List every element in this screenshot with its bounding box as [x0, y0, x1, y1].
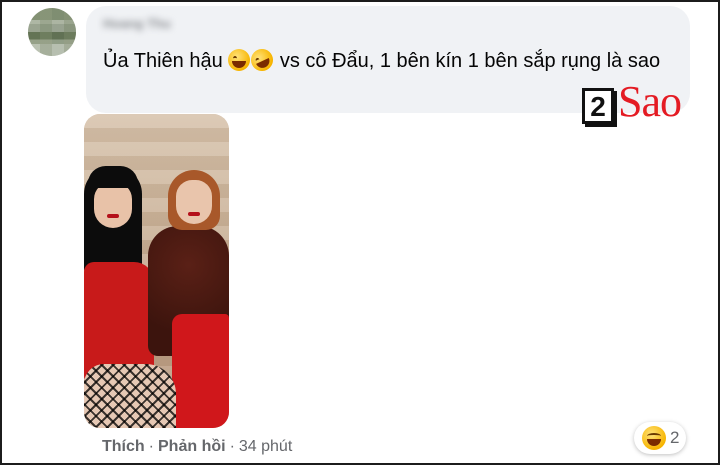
- comment-attached-photo[interactable]: [84, 114, 229, 428]
- comment-text-end: vs cô Đẩu, 1 bên kín 1 bên sắp rụng là s…: [274, 50, 661, 72]
- screenshot-frame: Hoang Thu Ủa Thiên hậu vs cô Đẩu, 1 bên …: [0, 0, 720, 465]
- comment-timestamp[interactable]: 34 phút: [239, 438, 292, 455]
- comment-text: Ủa Thiên hậu vs cô Đẩu, 1 bên kín 1 bên …: [103, 45, 673, 76]
- reaction-count: 2: [670, 428, 680, 447]
- reply-button[interactable]: Phản hồi: [158, 438, 226, 455]
- photo-person-right-dress: [172, 314, 229, 428]
- 2sao-watermark-logo: 2 Sao: [580, 74, 694, 130]
- commenter-name[interactable]: Hoang Thu: [103, 16, 203, 32]
- comment-text-start: Ủa Thiên hậu: [103, 50, 229, 72]
- action-separator: ·: [148, 438, 154, 455]
- comment-actions: Thích · Phản hồi · 34 phút: [102, 438, 292, 456]
- like-button[interactable]: Thích: [102, 438, 145, 455]
- commenter-avatar[interactable]: [28, 8, 76, 56]
- photo-person-right-lips: [188, 212, 200, 216]
- rolling-laughing-emoji-icon: [247, 45, 277, 75]
- photo-person-left-fishnet-legs: [84, 364, 176, 428]
- haha-reaction-icon: [642, 426, 666, 450]
- photo-person-left-bangs: [88, 166, 138, 188]
- photo-person-left-face: [94, 182, 132, 228]
- reaction-summary[interactable]: 2: [634, 422, 686, 454]
- photo-person-left-lips: [107, 214, 119, 218]
- action-separator: ·: [229, 438, 235, 455]
- laughing-emoji-icon: [228, 49, 251, 71]
- watermark-word: Sao: [618, 77, 682, 126]
- watermark-number: 2: [582, 88, 614, 124]
- photo-person-right-face: [176, 180, 212, 224]
